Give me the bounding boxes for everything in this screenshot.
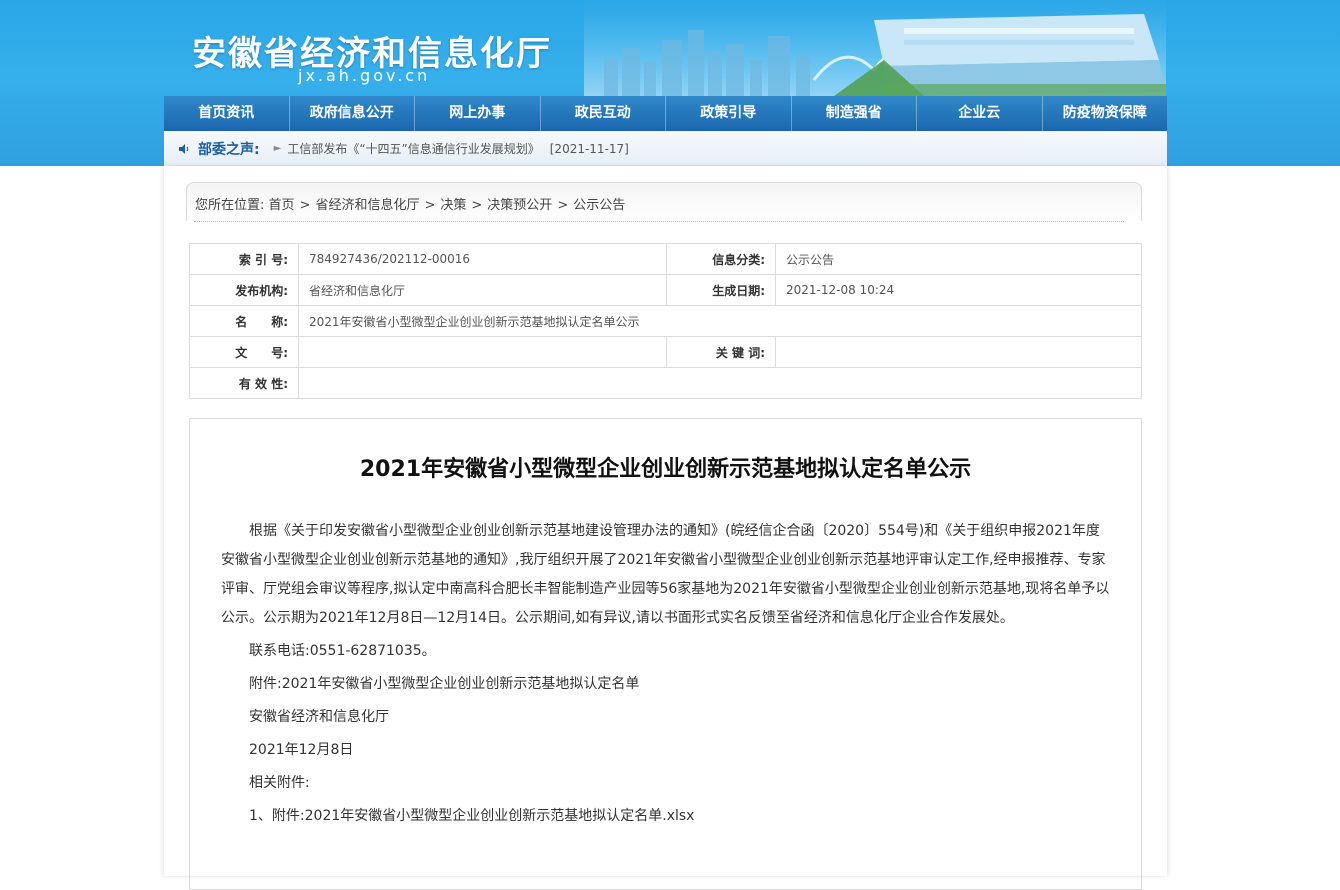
breadcrumb-separator: >	[424, 198, 436, 213]
name-label: 名 称:	[189, 305, 299, 337]
article-box: 2021年安徽省小型微型企业创业创新示范基地拟认定名单公示 根据《关于印发安徽省…	[189, 418, 1142, 890]
validity-label: 有 效 性:	[189, 367, 299, 399]
breadcrumb-item-notices[interactable]: 公示公告	[573, 198, 625, 213]
breadcrumb-box: 您所在位置: 首页 > 省经济和信息化厅 > 决策 > 决策预公开 > 公示公告	[186, 182, 1142, 221]
article-paragraph: 根据《关于印发安徽省小型微型企业创业创新示范基地建设管理办法的通知》(皖经信企合…	[221, 523, 1110, 626]
breadcrumb-item-pre-disclosure[interactable]: 决策预公开	[487, 198, 552, 213]
nav-epidemic-supplies[interactable]: 防疫物资保障	[1043, 96, 1168, 131]
header: 安徽省经济和信息化厅 jx.ah.gov.cn	[164, 0, 1166, 96]
breadcrumb-separator: >	[557, 198, 569, 213]
table-row: 文 号: 关 键 词:	[189, 336, 1142, 368]
main-nav: 首页资讯 政府信息公开 网上办事 政民互动 政策引导 制造强省 企业云 防疫物资…	[164, 96, 1167, 131]
article-body: 根据《关于印发安徽省小型微型企业创业创新示范基地建设管理办法的通知》(皖经信企合…	[221, 517, 1111, 835]
publisher-label: 发布机构:	[189, 274, 299, 306]
info-metadata-table: 索 引 号: 784927436/202112-00016 信息分类: 公示公告…	[189, 243, 1142, 399]
nav-home-news[interactable]: 首页资讯	[164, 96, 290, 131]
category-value: 公示公告	[775, 243, 1142, 275]
ministry-voice-bar: 部委之声: ► 工信部发布《“十四五”信息通信行业发展规划》 [2021-11-…	[164, 131, 1167, 166]
attachment-file-link[interactable]: 1、附件:2021年安徽省小型微型企业创业创新示范基地拟认定名单.xlsx	[249, 808, 694, 824]
nav-enterprise-cloud[interactable]: 企业云	[917, 96, 1043, 131]
site-domain: jx.ah.gov.cn	[298, 66, 431, 85]
breadcrumb: 您所在位置: 首页 > 省经济和信息化厅 > 决策 > 决策预公开 > 公示公告	[195, 194, 625, 213]
date-value: 2021-12-08 10:24	[775, 274, 1142, 306]
table-row: 名 称: 2021年安徽省小型微型企业创业创新示范基地拟认定名单公示	[189, 305, 1142, 337]
date-label: 生成日期:	[666, 274, 776, 306]
breadcrumb-item-home[interactable]: 首页	[269, 198, 295, 213]
breadcrumb-divider	[194, 221, 1124, 222]
keywords-value	[775, 336, 1142, 368]
ministry-voice-link[interactable]: 工信部发布《“十四五”信息通信行业发展规划》	[287, 140, 539, 157]
docno-label: 文 号:	[189, 336, 299, 368]
content-panel: 您所在位置: 首页 > 省经济和信息化厅 > 决策 > 决策预公开 > 公示公告 索 引 号: …	[164, 166, 1167, 890]
attachment-note: 附件:2021年安徽省小型微型企业创业创新示范基地拟认定名单	[249, 676, 640, 692]
nav-manufacturing[interactable]: 制造强省	[792, 96, 917, 131]
publisher-value: 省经济和信息化厅	[298, 274, 667, 306]
speaker-icon	[179, 143, 189, 154]
category-label: 信息分类:	[666, 243, 776, 275]
keywords-label: 关 键 词:	[666, 336, 776, 368]
name-value: 2021年安徽省小型微型企业创业创新示范基地拟认定名单公示	[298, 305, 1142, 337]
article-title: 2021年安徽省小型微型企业创业创新示范基地拟认定名单公示	[359, 457, 972, 482]
breadcrumb-item-department[interactable]: 省经济和信息化厅	[315, 198, 419, 213]
index-value: 784927436/202112-00016	[298, 243, 667, 275]
breadcrumb-separator: >	[471, 198, 483, 213]
index-label: 索 引 号:	[189, 243, 299, 275]
table-row: 索 引 号: 784927436/202112-00016 信息分类: 公示公告	[189, 243, 1142, 275]
signer: 安徽省经济和信息化厅	[249, 709, 389, 725]
breadcrumb-item-decision[interactable]: 决策	[440, 198, 466, 213]
nav-gov-info[interactable]: 政府信息公开	[290, 96, 415, 131]
arrow-right-icon: ►	[273, 143, 282, 154]
docno-value	[298, 336, 667, 368]
ministry-voice-label: 部委之声:	[198, 141, 260, 158]
nav-interaction[interactable]: 政民互动	[541, 96, 666, 131]
table-row: 发布机构: 省经济和信息化厅 生成日期: 2021-12-08 10:24	[189, 274, 1142, 306]
breadcrumb-prefix: 您所在位置:	[195, 198, 265, 213]
validity-value	[298, 367, 1142, 399]
related-attachments-label: 相关附件:	[249, 775, 310, 791]
ministry-voice-date: [2021-11-17]	[549, 141, 629, 156]
breadcrumb-separator: >	[299, 198, 311, 213]
skyline-illustration	[584, 0, 1166, 96]
nav-policy[interactable]: 政策引导	[666, 96, 792, 131]
table-row: 有 效 性:	[189, 367, 1142, 399]
contact-phone: 联系电话:0551-62871035。	[249, 643, 436, 659]
nav-online-services[interactable]: 网上办事	[415, 96, 541, 131]
sign-date: 2021年12月8日	[249, 742, 354, 758]
